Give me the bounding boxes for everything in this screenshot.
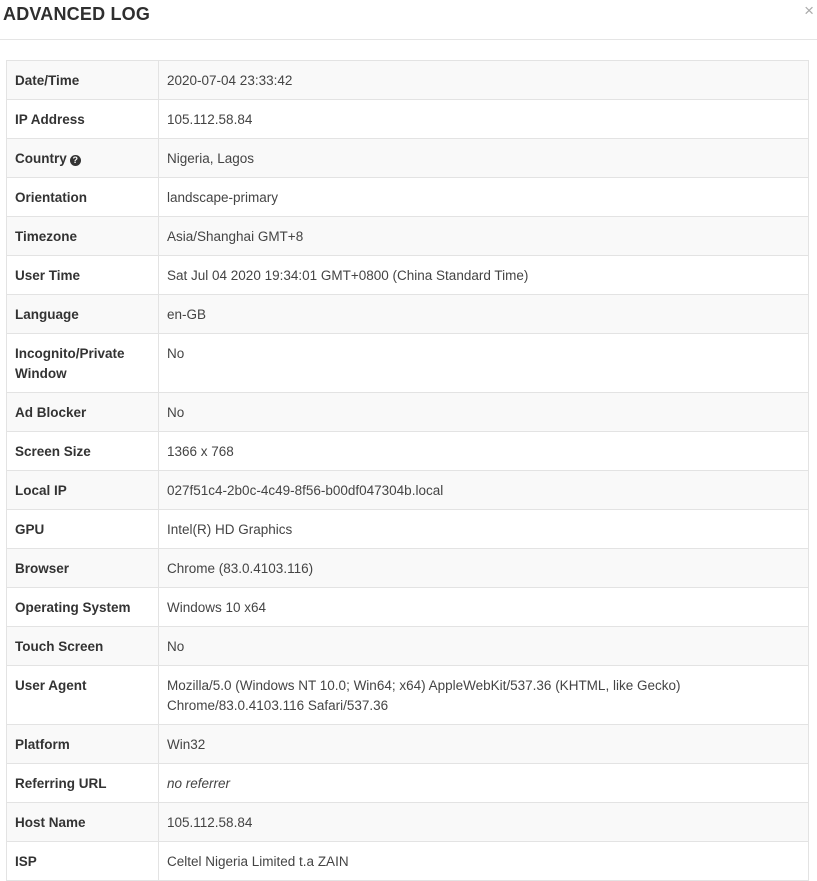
row-label: Timezone	[6, 216, 159, 256]
row-value: landscape-primary	[158, 177, 809, 217]
row-value: 1366 x 768	[158, 431, 809, 471]
row-value: Mozilla/5.0 (Windows NT 10.0; Win64; x64…	[158, 665, 809, 725]
row-value: Asia/Shanghai GMT+8	[158, 216, 809, 256]
row-value: 027f51c4-2b0c-4c49-8f56-b00df047304b.loc…	[158, 470, 809, 510]
row-value: No	[158, 392, 809, 432]
table-row: GPU Intel(R) HD Graphics	[6, 509, 809, 549]
row-label: ISP	[6, 841, 159, 881]
table-row: User Time Sat Jul 04 2020 19:34:01 GMT+0…	[6, 255, 809, 295]
row-value: Celtel Nigeria Limited t.a ZAIN	[158, 841, 809, 881]
row-label: Browser	[6, 548, 159, 588]
row-label: IP Address	[6, 99, 159, 139]
table-row: Referring URL no referrer	[6, 763, 809, 803]
row-label: Date/Time	[6, 60, 159, 100]
row-label: Platform	[6, 724, 159, 764]
table-row: Date/Time 2020-07-04 23:33:42	[6, 60, 809, 100]
row-label: Screen Size	[6, 431, 159, 471]
table-row: Language en-GB	[6, 294, 809, 334]
row-label: Ad Blocker	[6, 392, 159, 432]
table-row: User Agent Mozilla/5.0 (Windows NT 10.0;…	[6, 665, 809, 725]
table-row: Local IP 027f51c4-2b0c-4c49-8f56-b00df04…	[6, 470, 809, 510]
question-circle-icon[interactable]: ?	[69, 155, 81, 166]
row-label: Touch Screen	[6, 626, 159, 666]
row-value: No	[158, 626, 809, 666]
row-label: Incognito/Private Window	[6, 333, 159, 393]
row-label: GPU	[6, 509, 159, 549]
table-row: Operating System Windows 10 x64	[6, 587, 809, 627]
table-row: IP Address 105.112.58.84	[6, 99, 809, 139]
table-row: Ad Blocker No	[6, 392, 809, 432]
table-row: ISP Celtel Nigeria Limited t.a ZAIN	[6, 841, 809, 881]
advanced-log-table: Date/Time 2020-07-04 23:33:42 IP Address…	[6, 60, 809, 881]
row-label: User Agent	[6, 665, 159, 725]
row-value: Intel(R) HD Graphics	[158, 509, 809, 549]
table-row: Screen Size 1366 x 768	[6, 431, 809, 471]
table-row: Platform Win32	[6, 724, 809, 764]
row-value: Sat Jul 04 2020 19:34:01 GMT+0800 (China…	[158, 255, 809, 295]
modal-title: ADVANCED LOG	[3, 4, 151, 24]
row-value: 2020-07-04 23:33:42	[158, 60, 809, 100]
table-row: Touch Screen No	[6, 626, 809, 666]
row-value: Windows 10 x64	[158, 587, 809, 627]
row-value: 105.112.58.84	[158, 99, 809, 139]
row-value: Chrome (83.0.4103.116)	[158, 548, 809, 588]
table-row: Browser Chrome (83.0.4103.116)	[6, 548, 809, 588]
table-row: Timezone Asia/Shanghai GMT+8	[6, 216, 809, 256]
close-icon[interactable]: ×	[804, 1, 814, 21]
row-value: Win32	[158, 724, 809, 764]
row-label-text: Country	[15, 151, 67, 166]
row-label: Operating System	[6, 587, 159, 627]
row-label: Orientation	[6, 177, 159, 217]
table-row: Orientation landscape-primary	[6, 177, 809, 217]
row-value: 105.112.58.84	[158, 802, 809, 842]
row-value: en-GB	[158, 294, 809, 334]
row-value: No	[158, 333, 809, 393]
row-label: Local IP	[6, 470, 159, 510]
table-row: Country? Nigeria, Lagos	[6, 138, 809, 178]
row-label: Host Name	[6, 802, 159, 842]
table-row: Host Name 105.112.58.84	[6, 802, 809, 842]
row-value: Nigeria, Lagos	[158, 138, 809, 178]
row-label: Language	[6, 294, 159, 334]
row-label: User Time	[6, 255, 159, 295]
table-row: Incognito/Private Window No	[6, 333, 809, 393]
row-label: Country?	[6, 138, 159, 178]
row-value: no referrer	[158, 763, 809, 803]
modal-header: ADVANCED LOG ×	[0, 0, 817, 40]
row-label: Referring URL	[6, 763, 159, 803]
